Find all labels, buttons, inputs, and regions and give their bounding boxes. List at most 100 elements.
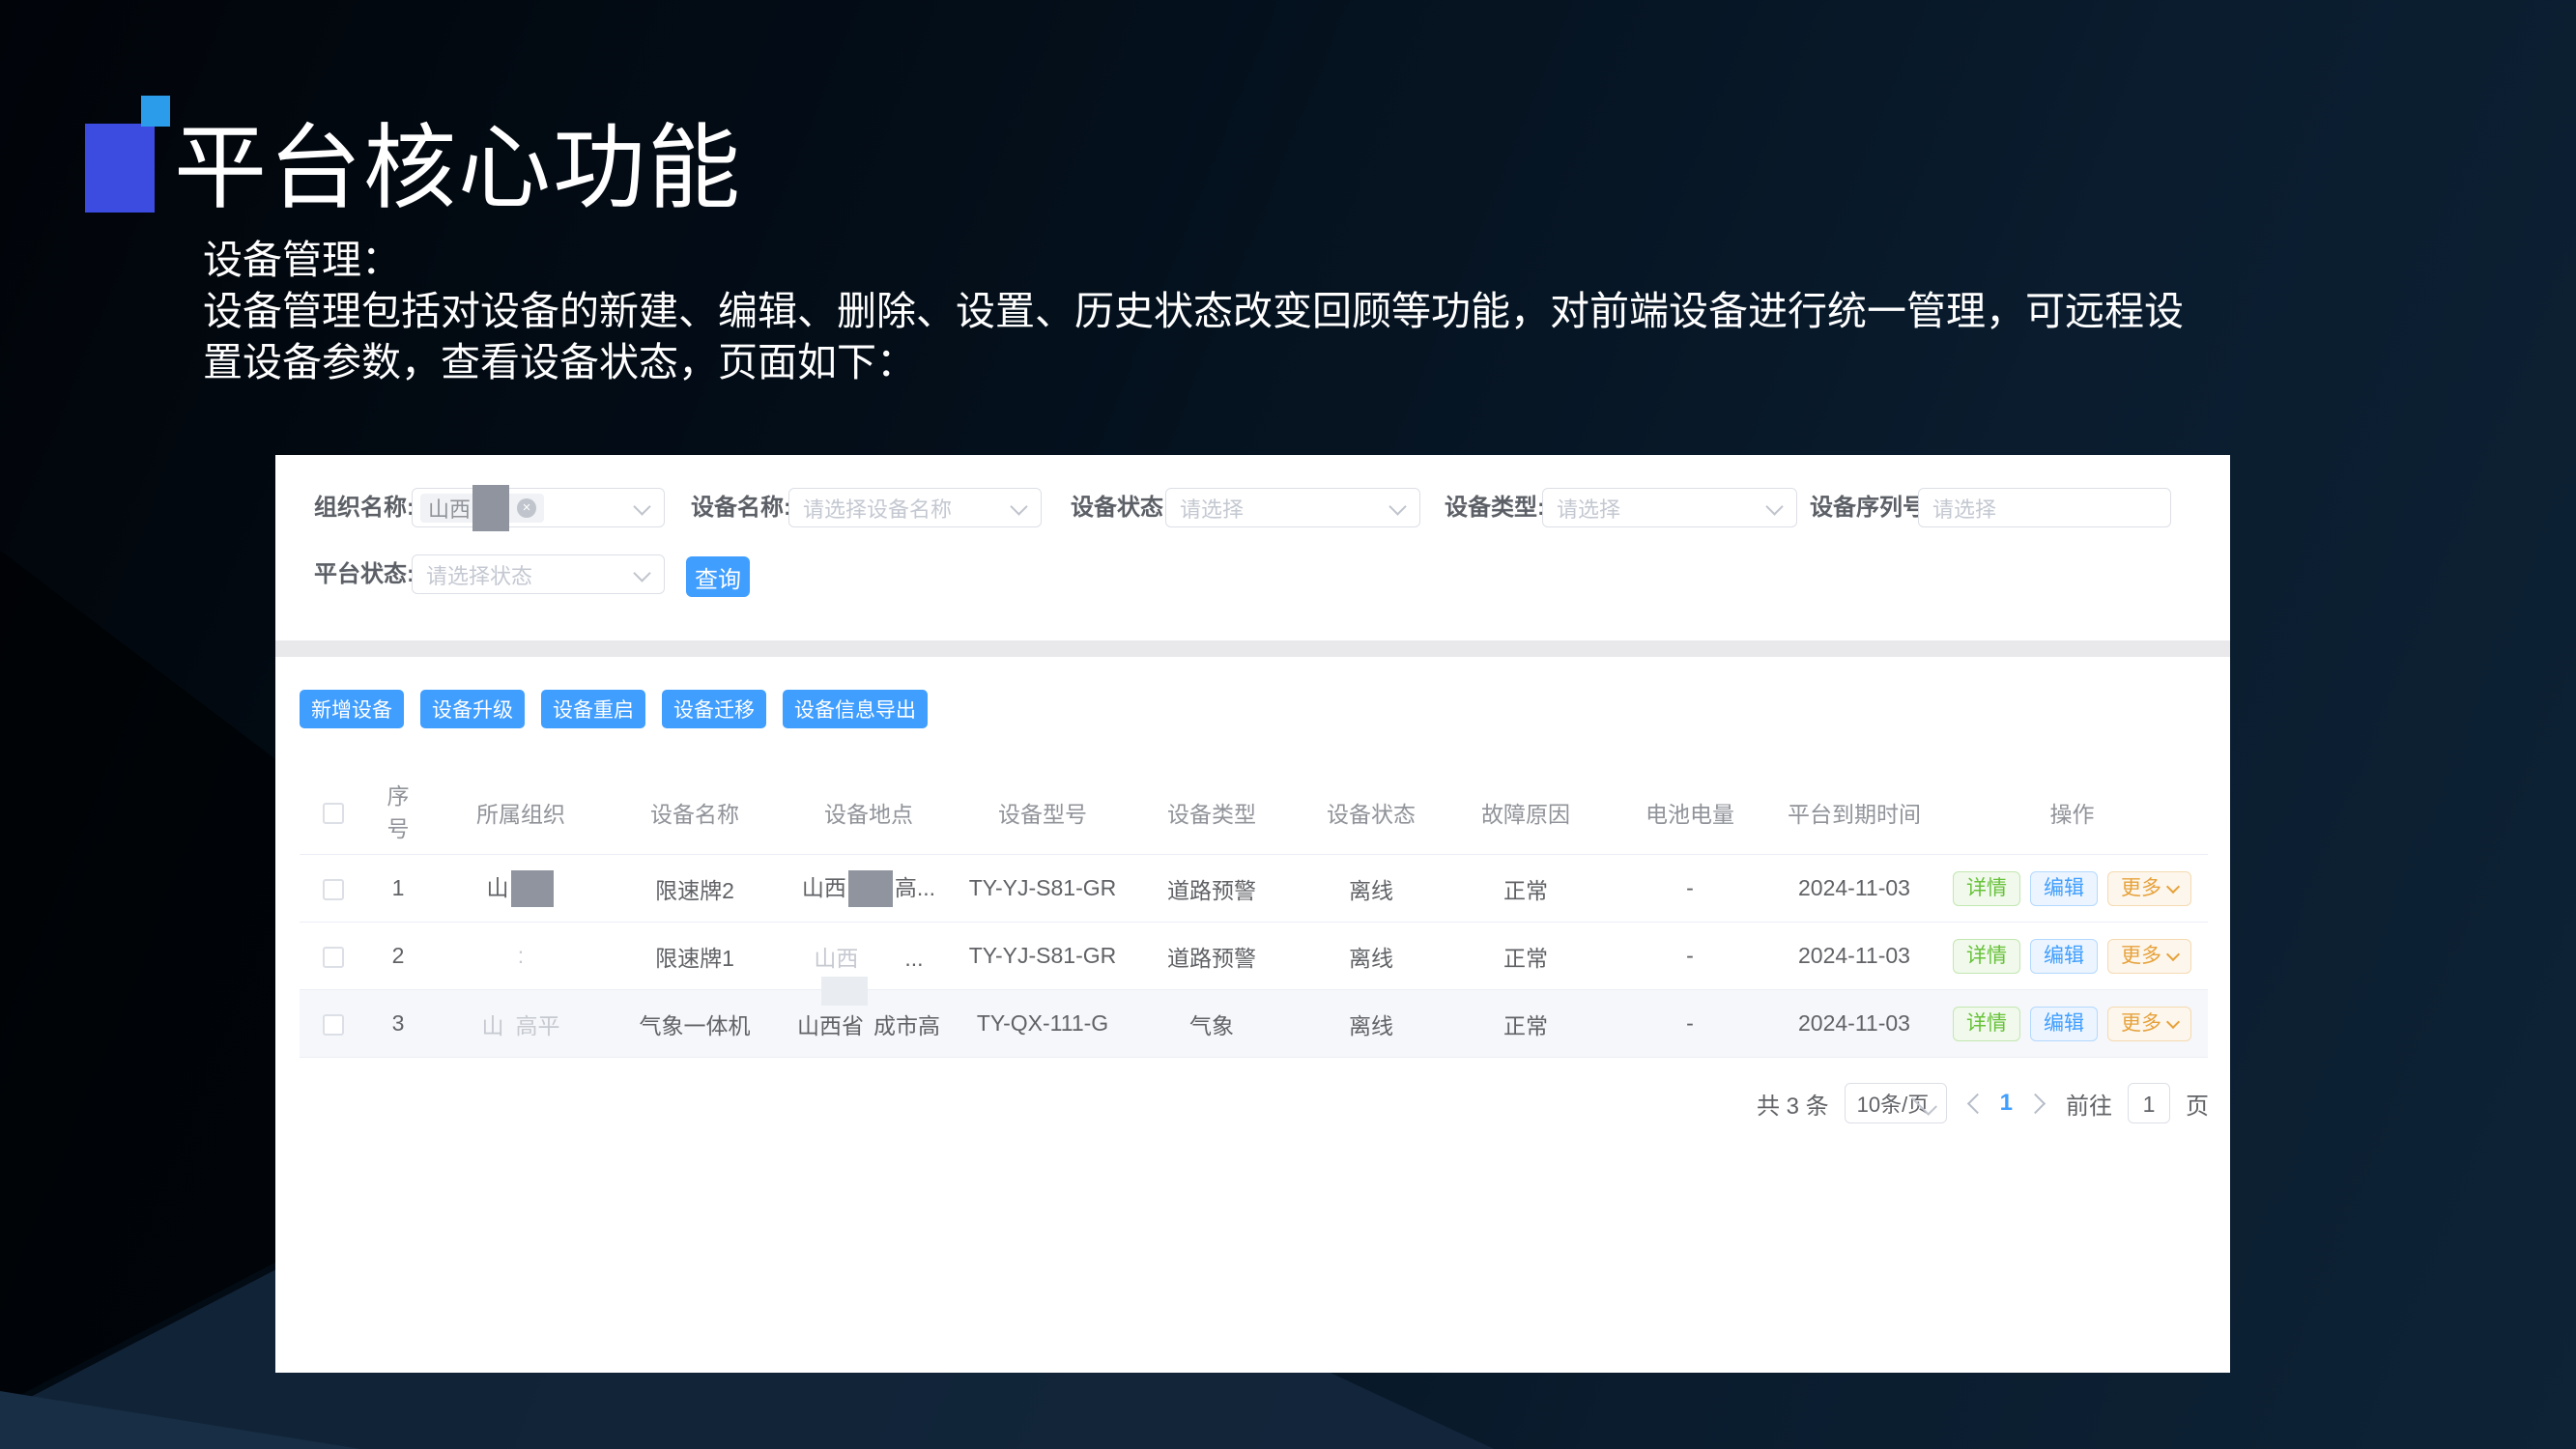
device-type-placeholder: 请选择 (1543, 493, 1620, 524)
cell-battery: - (1608, 855, 1772, 923)
chevron-down-icon (1010, 497, 1027, 515)
device-status-label: 设备状态: (1071, 488, 1171, 527)
edit-button[interactable]: 编辑 (2030, 939, 2098, 974)
cell-fault: 正常 (1444, 855, 1608, 923)
cell-seq: 2 (367, 923, 429, 990)
column-header: 电池电量 (1608, 771, 1772, 855)
column-header: 平台到期时间 (1772, 771, 1936, 855)
cell-type: 道路预警 (1125, 923, 1299, 990)
chevron-down-icon (2166, 947, 2180, 960)
title-bullet-small-square-icon (141, 96, 170, 127)
device-type-select[interactable]: 请选择 (1542, 488, 1797, 527)
chevron-down-icon (1388, 497, 1406, 515)
toolbar-button[interactable]: 设备升级 (420, 690, 525, 728)
chevron-down-icon (2166, 879, 2180, 893)
title-bullet-square-icon (85, 124, 155, 213)
edit-button[interactable]: 编辑 (2030, 1007, 2098, 1041)
current-page[interactable]: 1 (2000, 1090, 2013, 1117)
device-name-placeholder: 请选择设备名称 (789, 493, 952, 524)
table-row: 2:限速牌1山西...TY-YJ-S81-GR道路预警离线正常-2024-11-… (300, 923, 2208, 990)
total-count: 共 3 条 (1757, 1087, 1829, 1121)
device-table: 序号所属组织设备名称设备地点设备型号设备类型设备状态故障原因电池电量平台到期时间… (300, 771, 2208, 1058)
select-all-header (300, 771, 367, 855)
more-button[interactable]: 更多 (2107, 1007, 2191, 1041)
page-title: 平台核心功能 (174, 93, 742, 227)
table-row: 1山限速牌2山西高...TY-YJ-S81-GR道路预警离线正常-2024-11… (300, 855, 2208, 923)
org-name-label: 组织名称: (314, 488, 415, 527)
serial-number-label: 设备序列号: (1810, 488, 1933, 527)
detail-button[interactable]: 详情 (1953, 939, 2020, 974)
pagination: 共 3 条 10条/页 1 前往 1 页 (1757, 1083, 2209, 1123)
device-name-select[interactable]: 请选择设备名称 (788, 488, 1042, 527)
cell-seq: 1 (367, 855, 429, 923)
detail-button[interactable]: 详情 (1953, 871, 2020, 906)
cell-name: 限速牌1 (613, 923, 777, 990)
toolbar-button[interactable]: 新增设备 (300, 690, 404, 728)
column-header: 故障原因 (1444, 771, 1608, 855)
edit-button[interactable]: 编辑 (2030, 871, 2098, 906)
page-size-select[interactable]: 10条/页 (1845, 1083, 1947, 1123)
column-header: 所属组织 (429, 771, 613, 855)
cell-expire: 2024-11-03 (1772, 990, 1936, 1058)
body-line: 设备管理： (203, 235, 2406, 286)
body-line: 置设备参数，查看设备状态，页面如下： (203, 337, 2406, 388)
page-unit-label: 页 (2186, 1087, 2209, 1121)
cell-type: 气象 (1125, 990, 1299, 1058)
cell-name: 气象一体机 (613, 990, 777, 1058)
body-text: 设备管理： 设备管理包括对设备的新建、编辑、删除、设置、历史状态改变回顾等功能，… (203, 235, 2406, 388)
goto-label: 前往 (2066, 1087, 2112, 1121)
column-header: 操作 (1936, 771, 2208, 855)
chevron-down-icon (633, 564, 650, 582)
goto-page-input[interactable]: 1 (2128, 1083, 2170, 1123)
column-header: 设备状态 (1299, 771, 1444, 855)
device-type-label: 设备类型: (1445, 488, 1545, 527)
section-divider (275, 640, 2230, 657)
toolbar-button[interactable]: 设备迁移 (662, 690, 766, 728)
cell-actions: 详情编辑更多 (1936, 923, 2208, 990)
cell-status: 离线 (1299, 990, 1444, 1058)
search-button[interactable]: 查询 (686, 556, 750, 597)
toolbar-button[interactable]: 设备信息导出 (783, 690, 928, 728)
cell-fault: 正常 (1444, 990, 1608, 1058)
device-status-select[interactable]: 请选择 (1165, 488, 1420, 527)
tag-close-icon[interactable]: × (517, 498, 536, 518)
row-checkbox[interactable] (323, 947, 344, 968)
cell-status: 离线 (1299, 923, 1444, 990)
device-name-label: 设备名称: (691, 488, 791, 527)
cell-fault: 正常 (1444, 923, 1608, 990)
platform-status-label: 平台状态: (314, 554, 415, 594)
redaction-block (821, 977, 868, 1006)
column-header: 设备地点 (777, 771, 960, 855)
cell-type: 道路预警 (1125, 855, 1299, 923)
more-button[interactable]: 更多 (2107, 939, 2191, 974)
detail-button[interactable]: 详情 (1953, 1007, 2020, 1041)
serial-number-input[interactable]: 请选择 (1918, 488, 2171, 527)
cell-loc: 山西... (777, 923, 960, 990)
cell-org: 山高平 (429, 990, 613, 1058)
row-checkbox[interactable] (323, 879, 344, 900)
toolbar: 新增设备设备升级设备重启设备迁移设备信息导出 (300, 690, 928, 728)
toolbar-button[interactable]: 设备重启 (541, 690, 645, 728)
cell-status: 离线 (1299, 855, 1444, 923)
row-checkbox[interactable] (323, 1014, 344, 1036)
prev-page-icon[interactable] (1967, 1093, 1988, 1113)
column-header: 设备名称 (613, 771, 777, 855)
platform-status-placeholder: 请选择状态 (413, 559, 532, 590)
column-header: 设备型号 (960, 771, 1125, 855)
cell-org: 山 (429, 855, 613, 923)
device-management-screenshot: 组织名称: 山西 × 设备名称: 请选择设备名称 设备状态: 请选择 设备类型:… (275, 455, 2230, 1373)
table-header-row: 序号所属组织设备名称设备地点设备型号设备类型设备状态故障原因电池电量平台到期时间… (300, 771, 2208, 855)
serial-number-placeholder: 请选择 (1919, 493, 1996, 524)
select-all-checkbox[interactable] (323, 803, 344, 824)
org-select[interactable]: 山西 × (412, 488, 665, 527)
chevron-down-icon (1765, 497, 1783, 515)
cell-loc: 山西高... (777, 855, 960, 923)
cell-battery: - (1608, 990, 1772, 1058)
next-page-icon[interactable] (2025, 1093, 2046, 1113)
platform-status-select[interactable]: 请选择状态 (412, 554, 665, 594)
cell-loc: 山西省成市高 (777, 990, 960, 1058)
more-button[interactable]: 更多 (2107, 871, 2191, 906)
cell-model: TY-QX-111-G (960, 990, 1125, 1058)
redaction-block (472, 485, 509, 531)
chevron-down-icon (633, 497, 650, 515)
